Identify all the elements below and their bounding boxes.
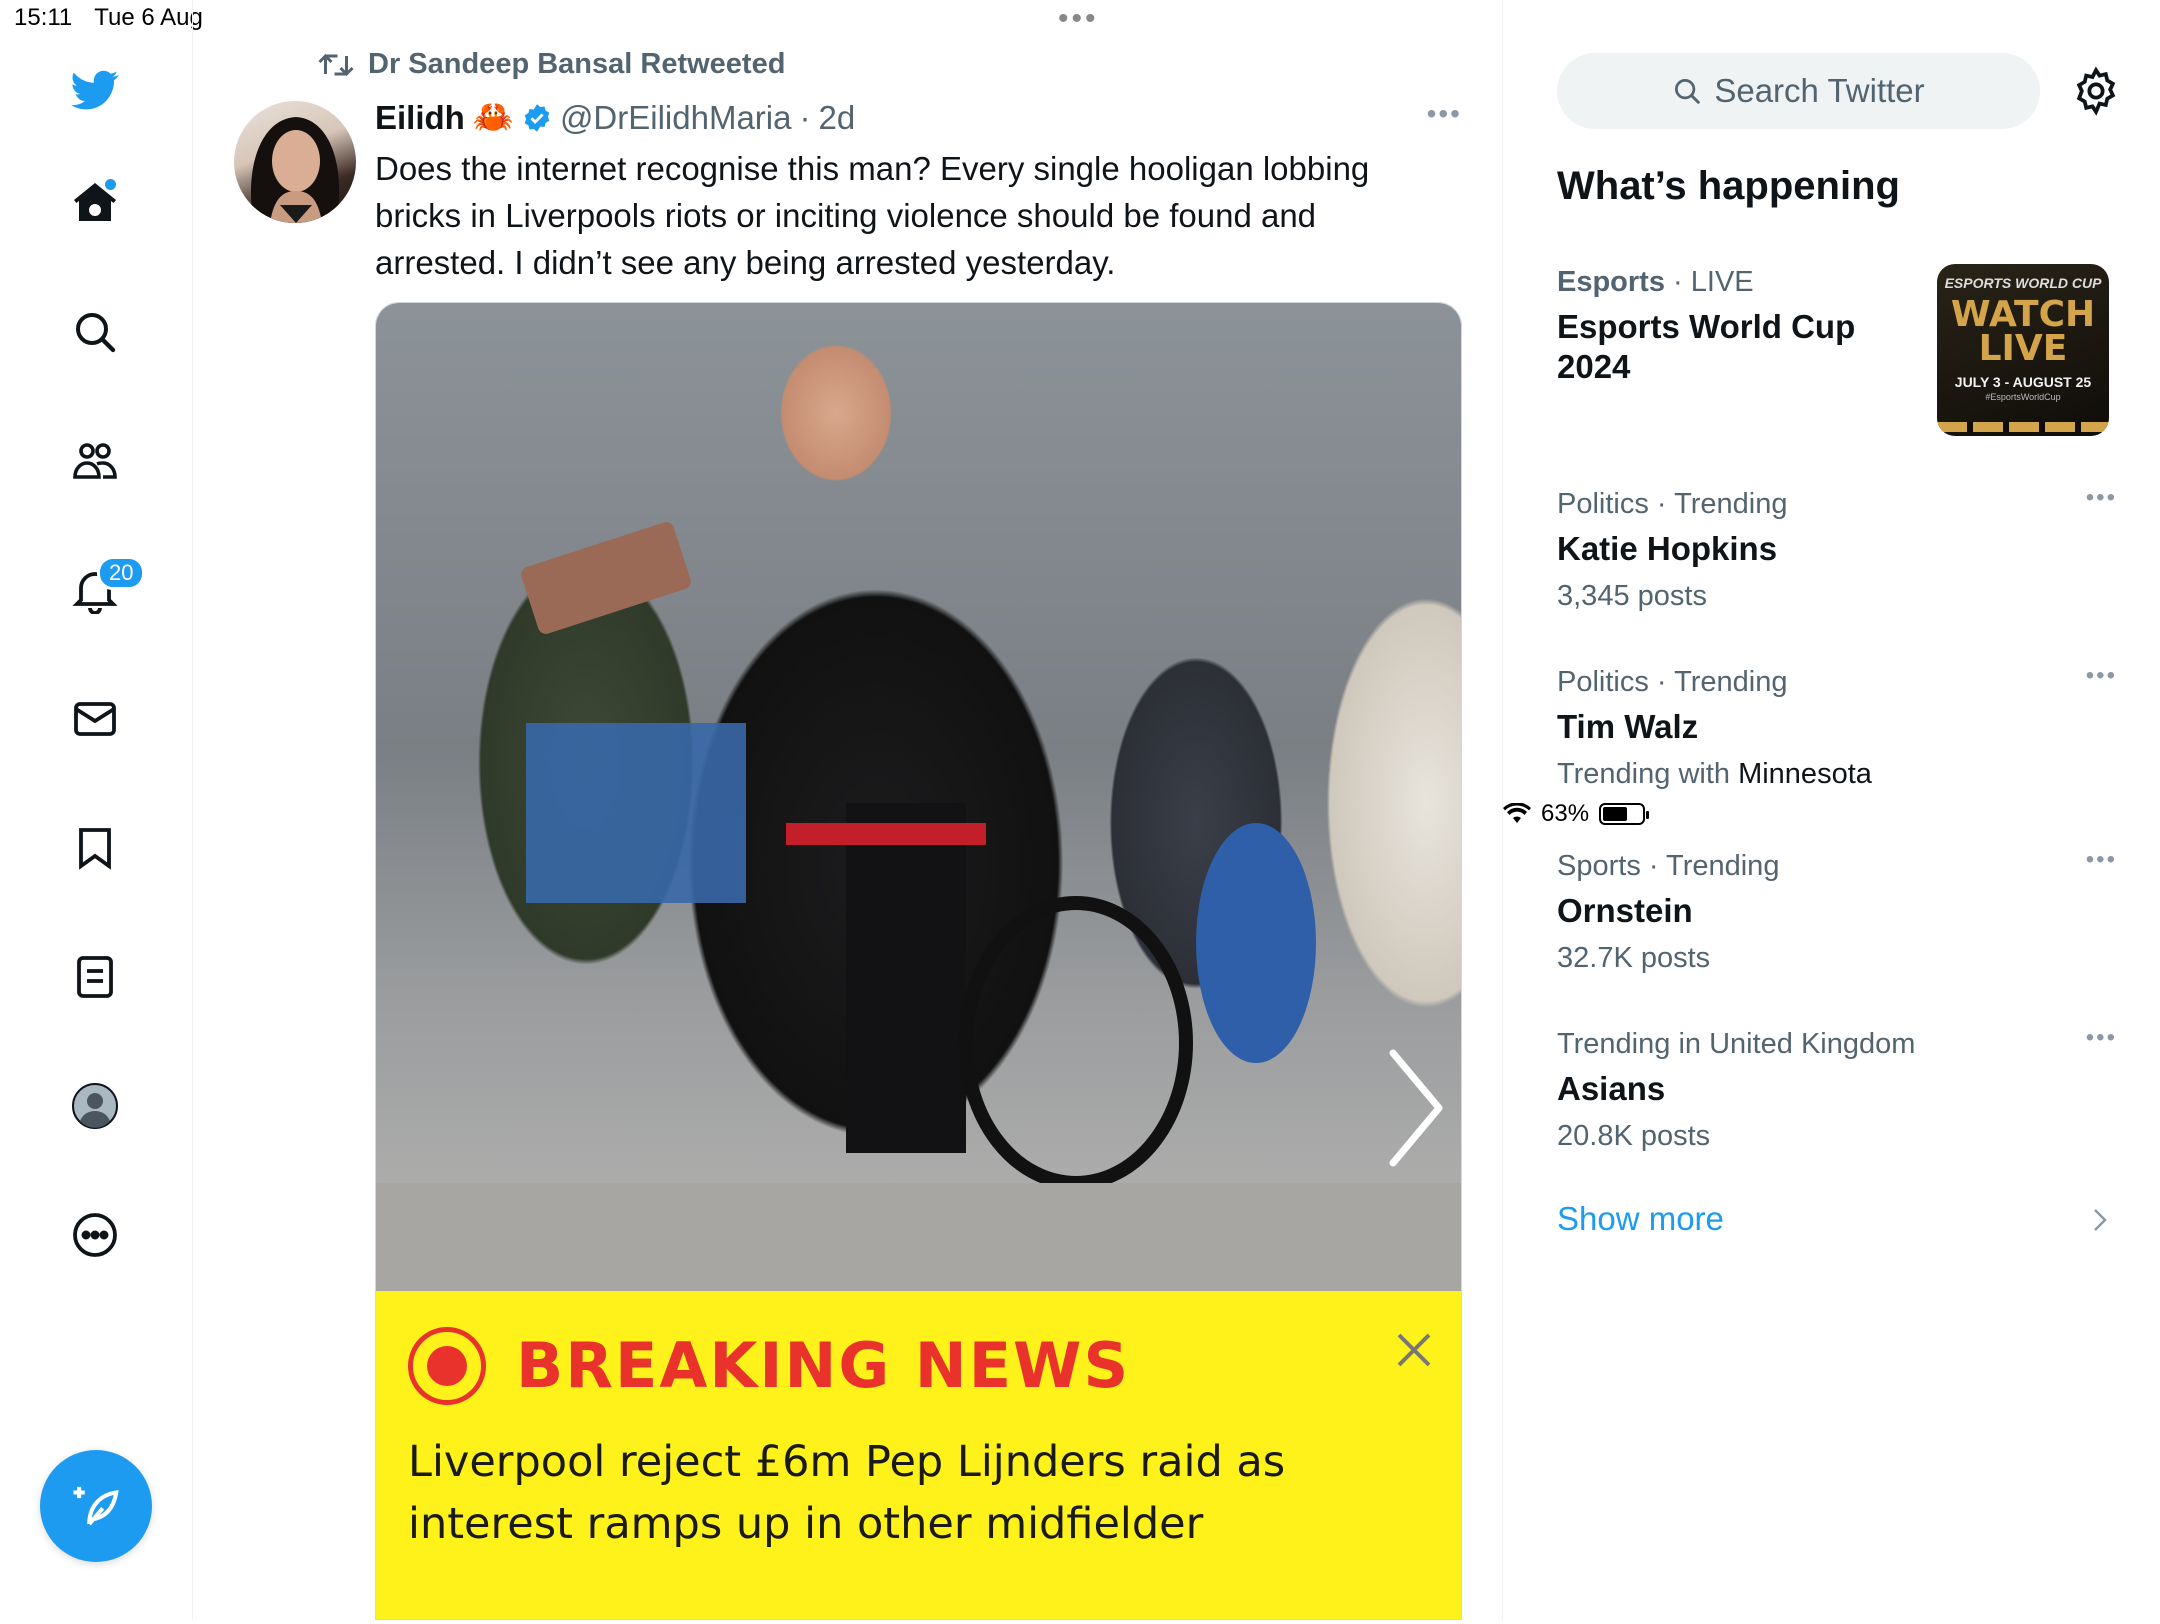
avatar-portrait <box>250 117 340 223</box>
timeline: Dr Sandeep Bansal Retweeted Eilidh 🦀 @Dr… <box>193 0 1503 1620</box>
retweeted-by-label: Dr Sandeep Bansal Retweeted <box>368 48 786 80</box>
show-more-link[interactable]: Show more <box>1557 1200 1724 1238</box>
search-icon <box>1675 79 1701 104</box>
next-image-icon[interactable] <box>1379 1043 1449 1173</box>
photo-illustration <box>376 522 1461 1291</box>
twitter-logo-icon[interactable] <box>65 60 125 120</box>
settings-gear-icon[interactable] <box>2071 66 2121 116</box>
trend-item[interactable]: Trending in United Kingdom Asians 20.8K … <box>1557 1024 2117 1155</box>
lists-icon[interactable] <box>65 947 125 1007</box>
whats-happening-title: What’s happening <box>1557 164 1900 208</box>
tweet-text: Does the internet recognise this man? Ev… <box>375 150 1370 281</box>
search-input[interactable]: Search Twitter <box>1557 53 2040 129</box>
author-name[interactable]: Eilidh <box>375 99 465 137</box>
trend-more-icon[interactable]: ••• <box>2086 1024 2117 1052</box>
verified-badge-icon <box>524 103 550 132</box>
trend-item[interactable]: Politics · Trending Katie Hopkins 3,345 … <box>1557 484 2117 615</box>
trend-count: Trending with Minnesota <box>1557 755 2117 793</box>
breaking-news-title: BREAKING NEWS <box>516 1329 1131 1402</box>
trend-count-prefix: Trending with <box>1557 758 1739 790</box>
chevron-right-icon[interactable] <box>2090 1206 2110 1234</box>
trend-count: 3,345 posts <box>1557 580 1707 612</box>
tweet-header: Eilidh 🦀 @DrEilidhMaria · 2d <box>375 98 855 137</box>
breaking-news-headline: Liverpool reject £6m Pep Lijnders raid a… <box>408 1437 1286 1549</box>
time-separator: · <box>799 98 811 136</box>
thumb-cta: WATCH LIVE <box>1950 294 2096 369</box>
close-icon[interactable] <box>1389 1325 1439 1375</box>
trend-more-icon[interactable]: ••• <box>2086 484 2117 512</box>
trend-category: Esports <box>1557 266 1665 298</box>
trend-more-icon[interactable]: ••• <box>2086 846 2117 874</box>
tweet-media[interactable]: BREAKING NEWS Liverpool reject £6m Pep L… <box>375 302 1462 1620</box>
esports-thumbnail[interactable]: ESPORTS WORLD CUP WATCH LIVE JULY 3 - AU… <box>1937 264 2109 436</box>
thumb-brand: ESPORTS WORLD CUP <box>1944 275 2102 291</box>
thumb-tag: #EsportsWorldCup <box>1985 392 2061 402</box>
profile-icon[interactable] <box>65 1076 125 1136</box>
trend-item[interactable]: Sports · Trending Ornstein 32.7K posts •… <box>1557 846 2117 977</box>
messages-icon[interactable] <box>65 689 125 749</box>
trend-meta: Politics · Trending <box>1557 488 1788 520</box>
trend-count: 20.8K posts <box>1557 1120 1711 1152</box>
trend-item[interactable]: Politics · Trending Tim Walz Trending wi… <box>1557 662 2117 793</box>
right-sidebar: Search Twitter What’s happening Esports … <box>1503 0 2160 1620</box>
tweet-photo[interactable] <box>376 303 1461 1291</box>
thumb-dates: JULY 3 - AUGUST 25 <box>1954 374 2092 390</box>
trend-topic: Tim Walz <box>1557 708 1699 745</box>
left-nav: 20 <box>0 0 193 1620</box>
tweet-time[interactable]: 2d <box>819 99 856 137</box>
retweet-context[interactable]: Dr Sandeep Bansal Retweeted <box>318 48 785 81</box>
home-icon[interactable] <box>65 173 125 233</box>
compose-icon <box>73 1486 119 1526</box>
retweet-icon <box>318 53 354 76</box>
trend-meta: Politics · Trending <box>1557 666 1788 698</box>
trend-more-icon[interactable]: ••• <box>2086 662 2117 690</box>
trend-status: LIVE <box>1690 266 1754 298</box>
trend-topic: Katie Hopkins <box>1557 530 1778 567</box>
trend-topic: Ornstein <box>1557 892 1693 929</box>
trend-topic: Esports World Cup 2024 <box>1557 308 1856 385</box>
home-unread-dot <box>105 179 116 190</box>
trend-related-topic[interactable]: Minnesota <box>1738 758 1872 790</box>
search-icon[interactable] <box>65 302 125 362</box>
trend-meta: Trending in United Kingdom <box>1557 1028 1916 1060</box>
notifications-badge: 20 <box>97 556 146 590</box>
trend-count: 32.7K posts <box>1557 942 1711 974</box>
more-icon[interactable] <box>65 1205 125 1265</box>
tweet-more-icon[interactable]: ••• <box>1427 98 1462 130</box>
search-placeholder: Search Twitter <box>1714 72 1925 109</box>
bookmarks-icon[interactable] <box>65 818 125 878</box>
communities-icon[interactable] <box>65 431 125 491</box>
compose-button[interactable] <box>40 1450 152 1562</box>
trend-meta: Sports · Trending <box>1557 850 1780 882</box>
author-emoji: 🦀 <box>472 98 514 135</box>
live-record-icon <box>408 1327 486 1405</box>
thumb-strip <box>1937 422 2109 432</box>
author-avatar[interactable] <box>234 101 356 223</box>
breaking-news-banner[interactable]: BREAKING NEWS Liverpool reject £6m Pep L… <box>376 1291 1461 1619</box>
author-handle[interactable]: @DrEilidhMaria <box>560 99 792 137</box>
notifications-icon[interactable]: 20 <box>65 556 146 620</box>
trend-topic: Asians <box>1557 1070 1666 1107</box>
trend-separator: · <box>1673 266 1683 298</box>
